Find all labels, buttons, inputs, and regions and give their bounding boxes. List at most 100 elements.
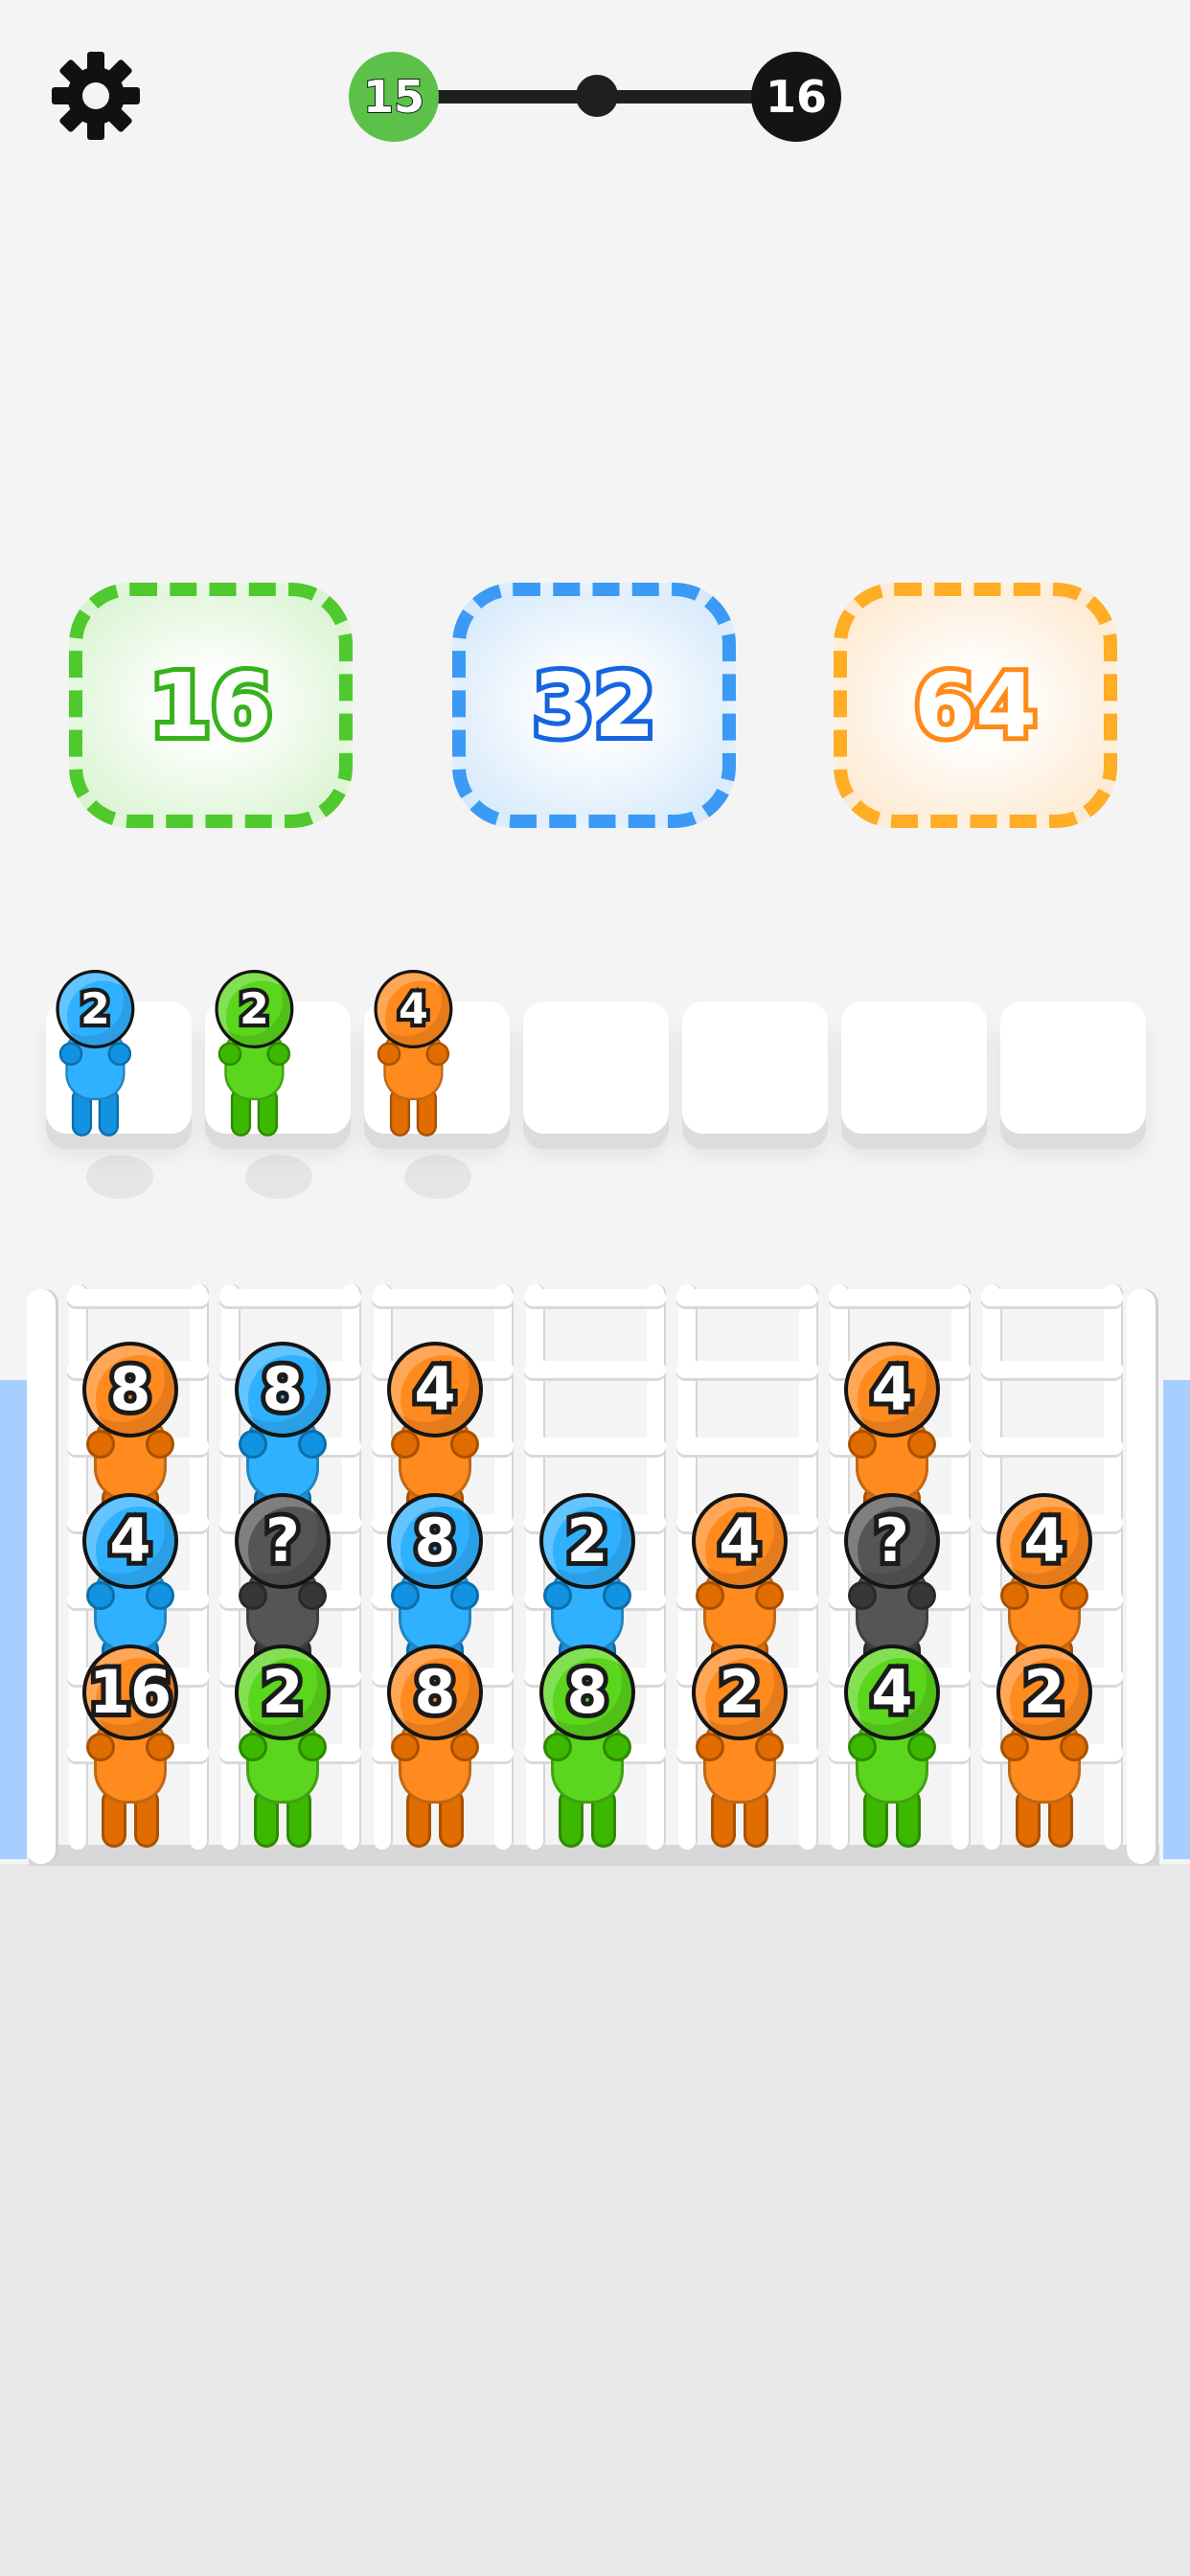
- holding-slot[interactable]: [682, 1001, 828, 1134]
- figure-head: 16: [82, 1644, 178, 1740]
- figure-arm: [1000, 1733, 1029, 1761]
- figure-orange[interactable]: 2: [977, 1644, 1111, 1855]
- figure-number: 2: [714, 1657, 765, 1727]
- figure-arm: [907, 1430, 936, 1459]
- figure-arm: [1060, 1581, 1088, 1610]
- figure-green[interactable]: 4: [825, 1644, 959, 1855]
- figure-arm: [907, 1581, 936, 1610]
- figure-number: 8: [409, 1506, 460, 1576]
- figure-head: 2: [235, 1644, 331, 1740]
- rack-post-right: [1127, 1289, 1156, 1864]
- ladder-rung: [372, 1289, 514, 1306]
- figure-number: 4: [714, 1506, 765, 1576]
- figure-arm: [146, 1581, 174, 1610]
- figure-arm: [217, 1042, 242, 1067]
- figure-number: 4: [409, 1354, 460, 1424]
- ladder-rung: [676, 1361, 818, 1378]
- figure-arm: [298, 1733, 327, 1761]
- target-value: 32: [528, 650, 660, 762]
- figure-head: 2: [539, 1493, 635, 1589]
- figure-head: 4: [844, 1644, 940, 1740]
- figure-arm: [298, 1581, 327, 1610]
- figure-arm: [239, 1581, 267, 1610]
- figure-head: 8: [235, 1342, 331, 1438]
- ladder-rung: [981, 1289, 1123, 1306]
- figure-arm: [696, 1733, 724, 1761]
- figure-number: 2: [1018, 1657, 1069, 1727]
- figure-arm: [848, 1430, 877, 1459]
- holding-slot[interactable]: [523, 1001, 669, 1134]
- figure-head: 4: [82, 1493, 178, 1589]
- figure-arm: [86, 1430, 115, 1459]
- figure-head: ?: [235, 1493, 331, 1589]
- figure-arm: [603, 1581, 631, 1610]
- ladder-rung: [524, 1289, 666, 1306]
- figure-orange[interactable]: 2: [673, 1644, 807, 1855]
- figure-arm: [86, 1733, 115, 1761]
- figure-shadow: [86, 1155, 153, 1199]
- figure-head: 4: [387, 1342, 483, 1438]
- ladder-rung: [981, 1438, 1123, 1455]
- figure-head: 4: [996, 1493, 1092, 1589]
- ladder-rung: [524, 1438, 666, 1455]
- target-value: 16: [145, 650, 277, 762]
- ladder-rung: [981, 1361, 1123, 1378]
- level-progress-marker: [576, 75, 618, 117]
- figure-shadow: [404, 1155, 471, 1199]
- figure-arm: [450, 1430, 479, 1459]
- figure-green[interactable]: 2: [199, 970, 309, 1142]
- figure-number: 8: [409, 1657, 460, 1727]
- figure-number: ?: [870, 1506, 914, 1576]
- figure-orange[interactable]: 16: [63, 1644, 197, 1855]
- figure-arm: [377, 1042, 401, 1067]
- figure-green[interactable]: 8: [520, 1644, 654, 1855]
- ladder-rung: [829, 1289, 971, 1306]
- target-box-32: 32: [452, 583, 736, 828]
- figure-number: 4: [395, 983, 432, 1034]
- figure-number: 4: [866, 1657, 917, 1727]
- target-box-64: 64: [834, 583, 1117, 828]
- figure-arm: [391, 1581, 420, 1610]
- figure-number: 4: [1018, 1506, 1069, 1576]
- figure-arm: [450, 1733, 479, 1761]
- figure-arm: [755, 1733, 784, 1761]
- figure-arm: [848, 1581, 877, 1610]
- ladder-rung: [676, 1289, 818, 1306]
- figure-head: 2: [996, 1644, 1092, 1740]
- figure-number: 8: [104, 1354, 155, 1424]
- figure-head: 2: [692, 1644, 788, 1740]
- figure-blue[interactable]: 2: [40, 970, 150, 1142]
- target-value: 64: [909, 650, 1041, 762]
- next-level-badge: 16: [751, 52, 841, 142]
- ladder-rung: [67, 1289, 209, 1306]
- current-level-badge: 15: [349, 52, 439, 142]
- figure-arm: [391, 1733, 420, 1761]
- figure-arm: [58, 1042, 83, 1067]
- rack-post-left: [27, 1289, 56, 1864]
- figure-orange[interactable]: 8: [368, 1644, 502, 1855]
- figure-orange[interactable]: 4: [358, 970, 469, 1142]
- figure-arm: [425, 1042, 450, 1067]
- holding-slot[interactable]: [841, 1001, 987, 1134]
- target-box-16: 16: [69, 583, 353, 828]
- figure-arm: [86, 1581, 115, 1610]
- figure-arm: [266, 1042, 291, 1067]
- figure-number: 4: [866, 1354, 917, 1424]
- settings-gear-icon[interactable]: [48, 48, 144, 144]
- holding-slot[interactable]: [1000, 1001, 1146, 1134]
- figure-arm: [907, 1733, 936, 1761]
- figure-head: 8: [539, 1644, 635, 1740]
- figure-arm: [848, 1733, 877, 1761]
- floor-background: [0, 1864, 1190, 2576]
- figure-head: 8: [387, 1644, 483, 1740]
- figure-green[interactable]: 2: [216, 1644, 350, 1855]
- figure-number: 2: [77, 983, 114, 1034]
- pool-edge-left: [0, 1380, 27, 1859]
- figure-arm: [298, 1430, 327, 1459]
- figure-head: ?: [844, 1493, 940, 1589]
- figure-arm: [146, 1430, 174, 1459]
- figure-number: 16: [84, 1657, 176, 1727]
- figure-number: 8: [561, 1657, 612, 1727]
- figure-arm: [603, 1733, 631, 1761]
- ladder-rung: [524, 1361, 666, 1378]
